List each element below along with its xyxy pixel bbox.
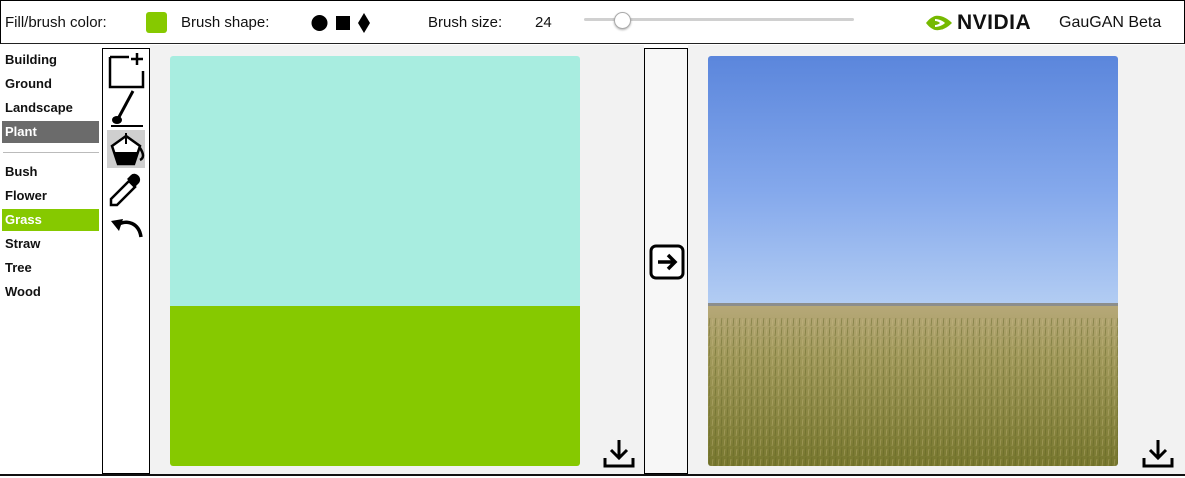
brush-shape-label: Brush shape:	[181, 14, 270, 31]
square-icon[interactable]	[336, 13, 350, 31]
canvas-grass-region	[170, 306, 580, 466]
circle-icon[interactable]	[311, 13, 328, 31]
diamond-icon[interactable]	[358, 13, 370, 33]
generated-landscape-image	[708, 56, 1118, 466]
label-item-tree[interactable]: Tree	[2, 257, 99, 279]
label-item-ground[interactable]: Ground	[2, 73, 99, 95]
arrow-right-icon[interactable]	[649, 244, 685, 280]
label-divider	[3, 152, 99, 153]
canvas-area	[150, 45, 644, 475]
label-item-straw[interactable]: Straw	[2, 233, 99, 255]
app-title: GauGAN Beta	[1059, 14, 1162, 31]
fill-color-label: Fill/brush color:	[5, 14, 107, 31]
canvas-sky-region	[170, 56, 580, 306]
toolbar: Fill/brush color: Brush shape: Brush siz…	[0, 0, 1185, 44]
slider-thumb[interactable]	[614, 12, 632, 29]
label-item-bush[interactable]: Bush	[2, 161, 99, 183]
brush-size-value: 24	[535, 14, 552, 31]
bottom-border	[0, 474, 1185, 476]
label-list: Building Ground Landscape Plant Bush Flo…	[0, 45, 102, 475]
label-item-wood[interactable]: Wood	[2, 281, 99, 303]
generate-panel	[644, 48, 688, 474]
label-item-landscape[interactable]: Landscape	[2, 97, 99, 119]
download-icon[interactable]	[603, 438, 635, 468]
output-image	[708, 56, 1118, 466]
brand-name: NVIDIA	[957, 11, 1032, 34]
label-item-grass[interactable]: Grass	[2, 209, 99, 231]
segmentation-canvas[interactable]	[170, 56, 580, 466]
brush-icon[interactable]	[107, 89, 145, 127]
label-item-plant[interactable]: Plant	[2, 121, 99, 143]
brush-size-slider[interactable]	[584, 12, 854, 30]
eyedropper-icon[interactable]	[107, 171, 145, 209]
brush-size-label: Brush size:	[428, 14, 503, 31]
label-item-flower[interactable]: Flower	[2, 185, 99, 207]
output-area	[688, 45, 1185, 475]
nvidia-logo-icon	[926, 15, 952, 31]
paint-bucket-icon[interactable]	[107, 130, 145, 168]
download-icon[interactable]	[1142, 438, 1174, 468]
tool-panel	[102, 48, 150, 474]
label-item-building[interactable]: Building	[2, 49, 99, 71]
undo-icon[interactable]	[107, 211, 145, 249]
new-canvas-icon[interactable]	[107, 51, 145, 89]
fill-color-swatch[interactable]	[146, 12, 167, 33]
